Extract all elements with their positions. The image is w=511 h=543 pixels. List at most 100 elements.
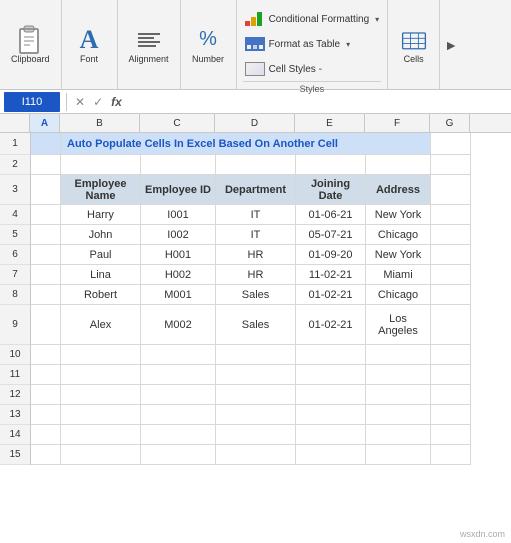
fx-icon[interactable]: fx (109, 95, 124, 109)
cell-dept-john[interactable]: IT (216, 225, 296, 245)
cell-dept-paul[interactable]: HR (216, 245, 296, 265)
row-num-1[interactable]: 1 (0, 133, 30, 155)
cell-g13[interactable] (431, 405, 471, 425)
cell-a6[interactable] (31, 245, 61, 265)
col-header-c[interactable]: C (140, 114, 215, 132)
cell-e2[interactable] (296, 155, 366, 175)
cell-g3[interactable] (431, 175, 471, 205)
cell-f14[interactable] (366, 425, 431, 445)
row-num-8[interactable]: 8 (0, 285, 30, 305)
cell-date-paul[interactable]: 01-09-20 (296, 245, 366, 265)
ribbon-expand-button[interactable]: ► (440, 0, 462, 89)
cell-c10[interactable] (141, 345, 216, 365)
cell-addr-john[interactable]: Chicago (366, 225, 431, 245)
cell-name-harry[interactable]: Harry (61, 205, 141, 225)
cell-g11[interactable] (431, 365, 471, 385)
cell-g9[interactable] (431, 305, 471, 345)
cell-e13[interactable] (296, 405, 366, 425)
cell-d14[interactable] (216, 425, 296, 445)
cell-dept-lina[interactable]: HR (216, 265, 296, 285)
cell-date-robert[interactable]: 01-02-21 (296, 285, 366, 305)
cell-g12[interactable] (431, 385, 471, 405)
cell-e11[interactable] (296, 365, 366, 385)
title-text[interactable]: Auto Populate Cells In Excel Based On An… (61, 133, 431, 155)
cancel-icon[interactable]: ✕ (73, 95, 87, 109)
cell-name-alex[interactable]: Alex (61, 305, 141, 345)
cell-addr-alex[interactable]: Los Angeles (366, 305, 431, 345)
row-num-2[interactable]: 2 (0, 155, 30, 175)
cell-dept-robert[interactable]: Sales (216, 285, 296, 305)
header-employee-name[interactable]: Employee Name (61, 175, 141, 205)
cell-id-alex[interactable]: M002 (141, 305, 216, 345)
header-department[interactable]: Department (216, 175, 296, 205)
row-num-15[interactable]: 15 (0, 445, 30, 465)
header-joining-date[interactable]: Joining Date (296, 175, 366, 205)
format-as-table-button[interactable]: Format as Table ▾ (243, 32, 382, 56)
cell-b2[interactable] (61, 155, 141, 175)
col-header-f[interactable]: F (365, 114, 430, 132)
cell-a11[interactable] (31, 365, 61, 385)
cell-date-harry[interactable]: 01-06-21 (296, 205, 366, 225)
cell-g14[interactable] (431, 425, 471, 445)
cell-b11[interactable] (61, 365, 141, 385)
row-num-12[interactable]: 12 (0, 385, 30, 405)
cell-f10[interactable] (366, 345, 431, 365)
col-header-d[interactable]: D (215, 114, 295, 132)
cell-addr-lina[interactable]: Miami (366, 265, 431, 285)
cell-addr-harry[interactable]: New York (366, 205, 431, 225)
cell-a15[interactable] (31, 445, 61, 465)
cell-date-lina[interactable]: 11-02-21 (296, 265, 366, 285)
row-num-7[interactable]: 7 (0, 265, 30, 285)
cell-d12[interactable] (216, 385, 296, 405)
cell-a7[interactable] (31, 265, 61, 285)
cell-a2[interactable] (31, 155, 61, 175)
cell-e14[interactable] (296, 425, 366, 445)
cell-a4[interactable] (31, 205, 61, 225)
cell-a12[interactable] (31, 385, 61, 405)
cell-c12[interactable] (141, 385, 216, 405)
cell-g5[interactable] (431, 225, 471, 245)
title-cell[interactable] (31, 133, 61, 155)
cell-f13[interactable] (366, 405, 431, 425)
cell-styles-button[interactable]: Cell Styles - (243, 57, 382, 81)
row-num-11[interactable]: 11 (0, 365, 30, 385)
clipboard-button[interactable]: Clipboard (6, 23, 55, 67)
cell-b10[interactable] (61, 345, 141, 365)
cell-a3[interactable] (31, 175, 61, 205)
cell-name-lina[interactable]: Lina (61, 265, 141, 285)
cell-id-john[interactable]: I002 (141, 225, 216, 245)
col-header-e[interactable]: E (295, 114, 365, 132)
cell-date-john[interactable]: 05-07-21 (296, 225, 366, 245)
cell-a8[interactable] (31, 285, 61, 305)
cell-c13[interactable] (141, 405, 216, 425)
cell-d11[interactable] (216, 365, 296, 385)
cell-c11[interactable] (141, 365, 216, 385)
alignment-button[interactable]: Alignment (124, 23, 174, 67)
cell-b14[interactable] (61, 425, 141, 445)
cell-b12[interactable] (61, 385, 141, 405)
cell-c14[interactable] (141, 425, 216, 445)
cell-id-harry[interactable]: I001 (141, 205, 216, 225)
row-num-5[interactable]: 5 (0, 225, 30, 245)
cell-name-paul[interactable]: Paul (61, 245, 141, 265)
cell-reference-input[interactable]: I110 (4, 92, 60, 112)
confirm-icon[interactable]: ✓ (91, 95, 105, 109)
cell-d2[interactable] (216, 155, 296, 175)
row-num-14[interactable]: 14 (0, 425, 30, 445)
cell-b13[interactable] (61, 405, 141, 425)
cell-b15[interactable] (61, 445, 141, 465)
cell-g6[interactable] (431, 245, 471, 265)
cell-addr-robert[interactable]: Chicago (366, 285, 431, 305)
cell-f12[interactable] (366, 385, 431, 405)
cell-name-john[interactable]: John (61, 225, 141, 245)
cell-c2[interactable] (141, 155, 216, 175)
cell-d10[interactable] (216, 345, 296, 365)
cell-f2[interactable] (366, 155, 431, 175)
cell-date-alex[interactable]: 01-02-21 (296, 305, 366, 345)
cell-id-lina[interactable]: H002 (141, 265, 216, 285)
cell-f11[interactable] (366, 365, 431, 385)
cell-g2[interactable] (431, 155, 471, 175)
cell-a13[interactable] (31, 405, 61, 425)
header-employee-id[interactable]: Employee ID (141, 175, 216, 205)
font-button[interactable]: A Font (70, 23, 108, 67)
